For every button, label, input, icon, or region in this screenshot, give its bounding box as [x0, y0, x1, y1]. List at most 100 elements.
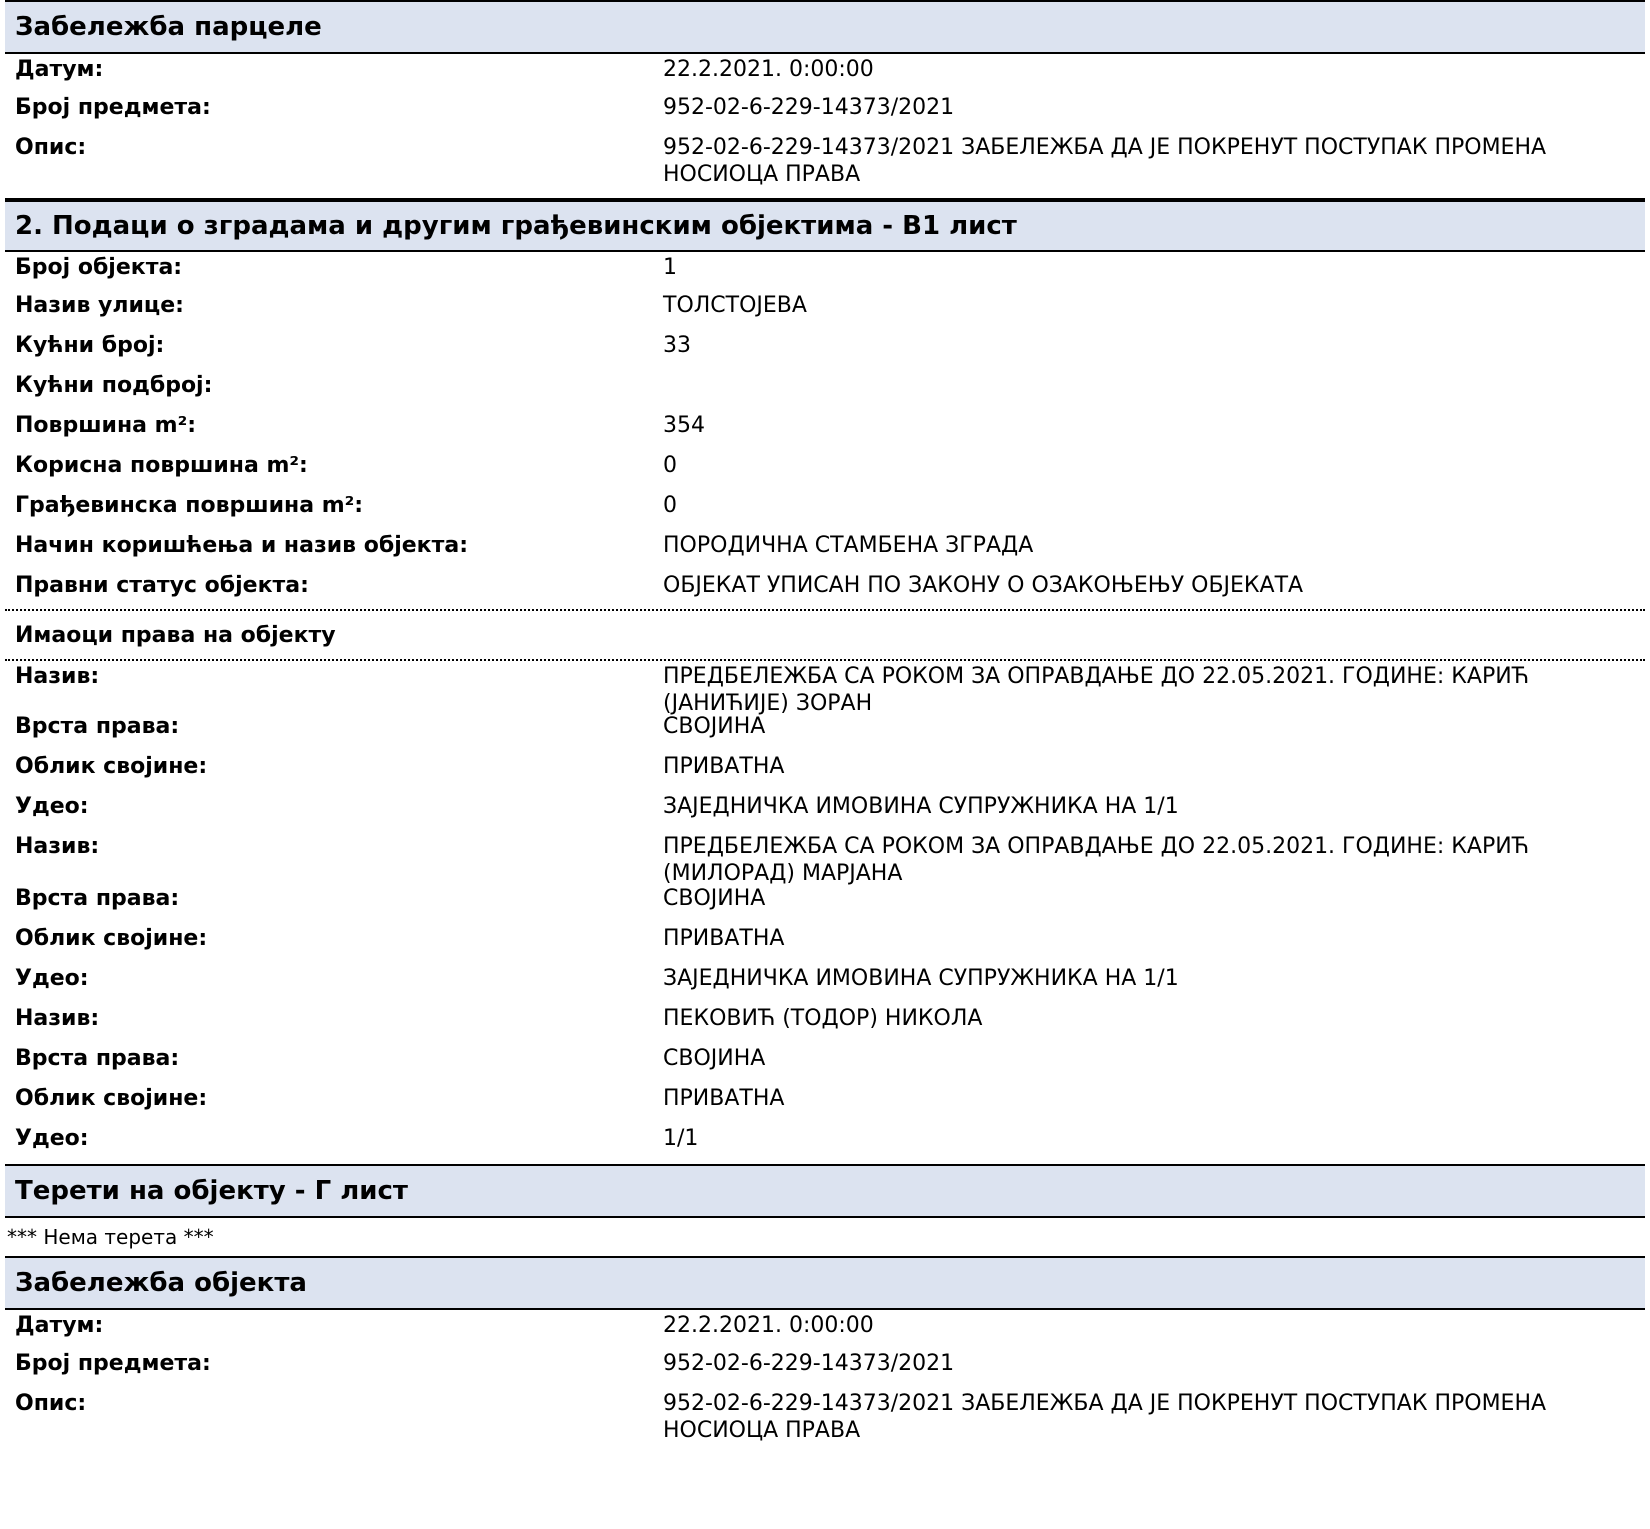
field-label: Облик својине:	[15, 754, 208, 779]
field-label: Врста права:	[15, 886, 180, 911]
field-label: Површина m²:	[15, 413, 197, 438]
field-label: Удео:	[15, 1126, 89, 1151]
field-value: 1	[663, 255, 677, 280]
field-label: Назив:	[15, 664, 100, 689]
field-value: 0	[663, 493, 677, 518]
burdens-note: *** Нема терета ***	[5, 1218, 1645, 1256]
field-label: Правни статус објекта:	[15, 573, 309, 598]
owner-row: Врста права: СВОЈИНА	[5, 885, 1645, 925]
field-label: Опис:	[15, 1391, 87, 1416]
burdens-header: Терети на објекту - Г лист	[5, 1164, 1645, 1218]
owner-row: Удео: ЗАЈЕДНИЧКА ИМОВИНА СУПРУЖНИКА НА 1…	[5, 965, 1645, 1005]
field-value: 354	[663, 413, 705, 438]
field-label: Број објекта:	[15, 255, 183, 280]
owner-row: Облик својине: ПРИВАТНА	[5, 925, 1645, 965]
field-value: 952-02-6-229-14373/2021	[663, 1351, 955, 1376]
owner-row: Назив: ПЕКОВИЋ (ТОДОР) НИКОЛА	[5, 1005, 1645, 1045]
parcel-note-row: Опис: 952-02-6-229-14373/2021 ЗАБЕЛЕЖБА …	[5, 134, 1645, 194]
field-label: Корисна површина m²:	[15, 453, 308, 478]
owner-row: Врста права: СВОЈИНА	[5, 1045, 1645, 1085]
field-label: Грађевинска површина m²:	[15, 493, 364, 518]
owners-subheader: Имаоци права на објекту	[5, 609, 1645, 659]
field-value: ПРИВАТНА	[663, 754, 785, 779]
object-note-header: Забележба објекта	[5, 1256, 1645, 1310]
no-burdens-text: *** Нема терета ***	[7, 1225, 214, 1249]
field-value: СВОЈИНА	[663, 1046, 766, 1071]
field-value-line: 952-02-6-229-14373/2021 ЗАБЕЛЕЖБА ДА ЈЕ …	[663, 135, 1547, 160]
field-value-line: НОСИОЦА ПРАВА	[663, 1418, 861, 1443]
field-label: Кућни број:	[15, 333, 165, 358]
building-row: Површина m²: 354	[5, 412, 1645, 452]
field-value: ПЕКОВИЋ (ТОДОР) НИКОЛА	[663, 1006, 983, 1031]
field-value: ПРИВАТНА	[663, 1086, 785, 1111]
field-label: Назив:	[15, 1006, 100, 1031]
field-value: ОБЈЕКАТ УПИСАН ПО ЗАКОНУ О ОЗАКОЊЕЊУ ОБЈ…	[663, 573, 1304, 598]
field-value: ЗАЈЕДНИЧКА ИМОВИНА СУПРУЖНИКА НА 1/1	[663, 966, 1179, 991]
object-note-body: Датум: 22.2.2021. 0:00:00 Број предмета:…	[5, 1310, 1645, 1450]
field-label: Датум:	[15, 1313, 104, 1338]
object-note-row: Датум: 22.2.2021. 0:00:00	[5, 1310, 1645, 1350]
owner-row: Врста права: СВОЈИНА	[5, 713, 1645, 753]
field-value: ПОРОДИЧНА СТАМБЕНА ЗГРАДА	[663, 533, 1034, 558]
building-row: Корисна површина m²: 0	[5, 452, 1645, 492]
owners-body: Назив: ПРЕДБЕЛЕЖБА СА РОКОМ ЗА ОПРАВДАЊЕ…	[5, 659, 1645, 1164]
owner-row: Облик својине: ПРИВАТНА	[5, 753, 1645, 793]
field-value	[663, 372, 1633, 412]
field-label: Назив улице:	[15, 293, 184, 318]
field-value-line: ПРЕДБЕЛЕЖБА СА РОКОМ ЗА ОПРАВДАЊЕ ДО 22.…	[663, 664, 1529, 689]
buildings-header: 2. Подаци о зградама и другим грађевинск…	[5, 200, 1645, 252]
building-row: Правни статус објекта: ОБЈЕКАТ УПИСАН ПО…	[5, 572, 1645, 607]
field-value: 1/1	[663, 1126, 699, 1151]
field-value: ЗАЈЕДНИЧКА ИМОВИНА СУПРУЖНИКА НА 1/1	[663, 794, 1179, 819]
field-label: Облик својине:	[15, 926, 208, 951]
building-row: Кућни подброј:	[5, 372, 1645, 412]
object-note-row: Опис: 952-02-6-229-14373/2021 ЗАБЕЛЕЖБА …	[5, 1390, 1645, 1448]
building-row: Начин коришћења и назив објекта: ПОРОДИЧ…	[5, 532, 1645, 572]
field-value: ПРЕДБЕЛЕЖБА СА РОКОМ ЗА ОПРАВДАЊЕ ДО 22.…	[663, 833, 1633, 886]
field-label: Број предмета:	[15, 1351, 211, 1376]
object-note-row: Број предмета: 952-02-6-229-14373/2021	[5, 1350, 1645, 1390]
field-label: Начин коришћења и назив објекта:	[15, 533, 468, 558]
field-label: Удео:	[15, 794, 89, 819]
building-row: Назив улице: ТОЛСТОЈЕВА	[5, 292, 1645, 332]
owner-row: Назив: ПРЕДБЕЛЕЖБА СА РОКОМ ЗА ОПРАВДАЊЕ…	[5, 661, 1645, 716]
owner-row: Удео: ЗАЈЕДНИЧКА ИМОВИНА СУПРУЖНИКА НА 1…	[5, 793, 1645, 833]
parcel-note-body: Датум: 22.2.2021. 0:00:00 Број предмета:…	[5, 54, 1645, 200]
field-value: 952-02-6-229-14373/2021 ЗАБЕЛЕЖБА ДА ЈЕ …	[663, 1390, 1633, 1448]
field-value: 22.2.2021. 0:00:00	[663, 1313, 874, 1338]
field-value: ТОЛСТОЈЕВА	[663, 293, 807, 318]
field-value: 0	[663, 453, 677, 478]
field-label: Кућни подброј:	[15, 373, 213, 398]
field-value-line: (МИЛОРАД) МАРЈАНА	[663, 861, 903, 886]
owner-row: Удео: 1/1	[5, 1125, 1645, 1162]
field-label: Опис:	[15, 135, 87, 160]
object-note-title: Забележба објекта	[15, 1268, 307, 1298]
field-label: Врста права:	[15, 714, 180, 739]
owners-title: Имаоци права на објекту	[15, 622, 336, 648]
field-value: 22.2.2021. 0:00:00	[663, 57, 874, 82]
report-page: Забележба парцеле Датум: 22.2.2021. 0:00…	[5, 0, 1645, 1450]
owner-row: Облик својине: ПРИВАТНА	[5, 1085, 1645, 1125]
field-value: 952-02-6-229-14373/2021 ЗАБЕЛЕЖБА ДА ЈЕ …	[663, 134, 1633, 194]
field-label: Облик својине:	[15, 1086, 208, 1111]
field-value: 33	[663, 333, 691, 358]
building-row: Број објекта: 1	[5, 252, 1645, 292]
buildings-body: Број објекта: 1 Назив улице: ТОЛСТОЈЕВА …	[5, 252, 1645, 609]
field-label: Удео:	[15, 966, 89, 991]
field-value: СВОЈИНА	[663, 886, 766, 911]
field-value: СВОЈИНА	[663, 714, 766, 739]
owner-row: Назив: ПРЕДБЕЛЕЖБА СА РОКОМ ЗА ОПРАВДАЊЕ…	[5, 833, 1645, 886]
parcel-note-title: Забележба парцеле	[15, 12, 322, 42]
building-row: Кућни број: 33	[5, 332, 1645, 372]
field-value-line: 952-02-6-229-14373/2021 ЗАБЕЛЕЖБА ДА ЈЕ …	[663, 1391, 1547, 1416]
field-value: 952-02-6-229-14373/2021	[663, 95, 955, 120]
parcel-note-row: Број предмета: 952-02-6-229-14373/2021	[5, 94, 1645, 134]
field-value-line: ПРЕДБЕЛЕЖБА СА РОКОМ ЗА ОПРАВДАЊЕ ДО 22.…	[663, 834, 1529, 859]
buildings-title: 2. Подаци о зградама и другим грађевинск…	[15, 211, 1017, 241]
field-value: ПРИВАТНА	[663, 926, 785, 951]
parcel-note-header: Забележба парцеле	[5, 0, 1645, 54]
field-label: Датум:	[15, 57, 104, 82]
field-value-line: НОСИОЦА ПРАВА	[663, 162, 861, 187]
parcel-note-row: Датум: 22.2.2021. 0:00:00	[5, 54, 1645, 94]
field-value: ПРЕДБЕЛЕЖБА СА РОКОМ ЗА ОПРАВДАЊЕ ДО 22.…	[663, 663, 1633, 716]
